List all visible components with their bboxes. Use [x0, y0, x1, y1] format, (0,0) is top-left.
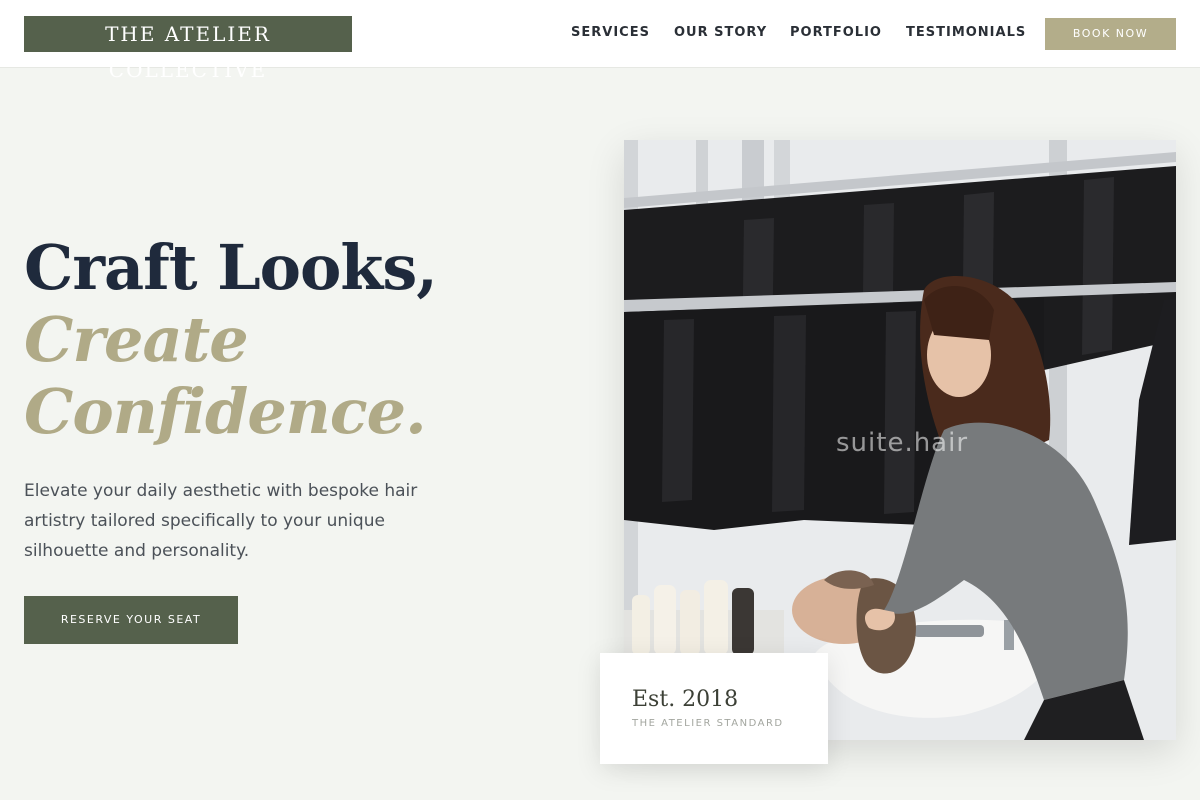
hero-headline-line3: Confidence.	[24, 375, 427, 448]
photo-watermark: suite.hair	[836, 428, 969, 458]
hero-description: Elevate your daily aesthetic with bespok…	[24, 481, 418, 561]
hero-headline: Craft Looks, Create Confidence.	[24, 231, 438, 448]
reserve-seat-button[interactable]: RESERVE YOUR SEAT	[24, 596, 238, 644]
established-subtitle: THE ATELIER STANDARD	[632, 718, 784, 729]
hero-headline-line2: Create	[24, 303, 249, 376]
established-year: Est. 2018	[632, 687, 739, 712]
nav-link-our-story[interactable]: OUR STORY	[674, 25, 767, 40]
brand-logo[interactable]: THE ATELIER COLLECTIVE	[24, 16, 352, 82]
nav-link-services[interactable]: SERVICES	[571, 25, 650, 40]
nav-link-portfolio[interactable]: PORTFOLIO	[790, 25, 882, 40]
site-header: THE ATELIER COLLECTIVE SERVICES OUR STOR…	[0, 0, 1200, 82]
book-now-button[interactable]: BOOK NOW	[1045, 18, 1176, 50]
hero-headline-line1: Craft Looks,	[24, 231, 438, 304]
established-badge: Est. 2018 THE ATELIER STANDARD	[600, 653, 828, 764]
nav-link-testimonials[interactable]: TESTIMONIALS	[906, 25, 1026, 40]
